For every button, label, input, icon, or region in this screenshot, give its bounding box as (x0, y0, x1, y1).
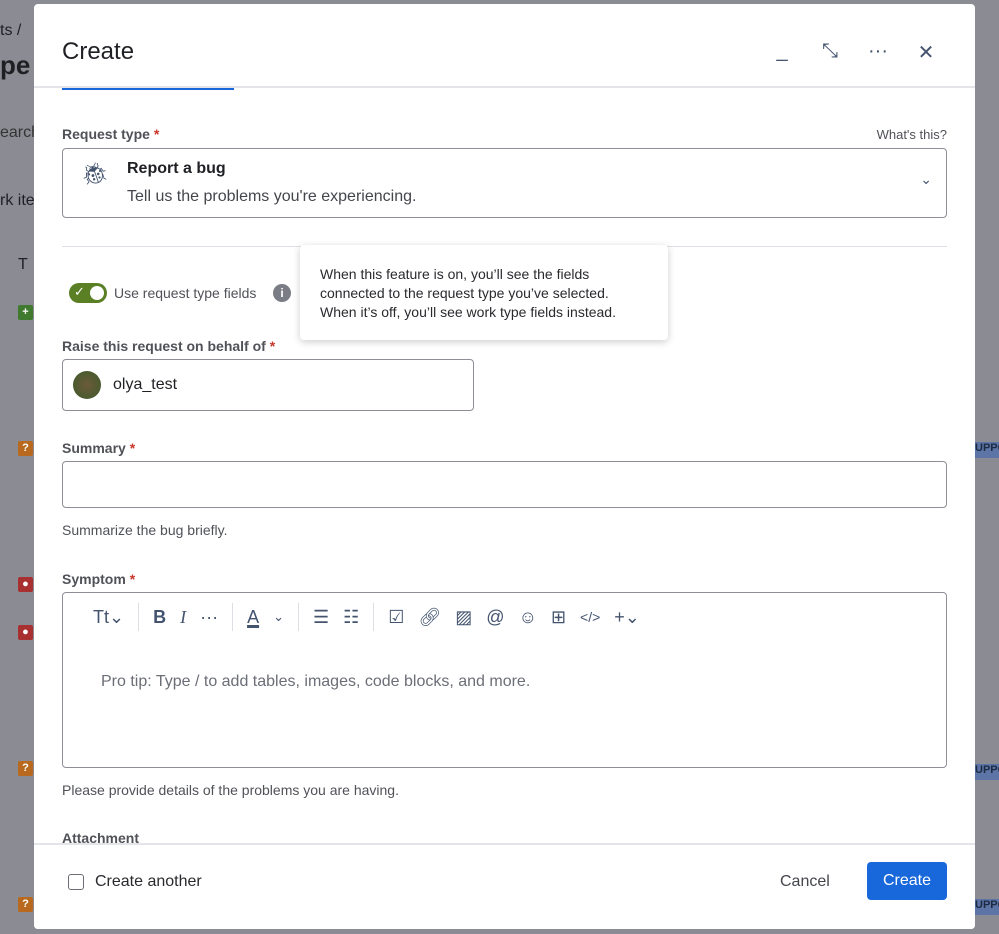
collapse-icon[interactable]: ⤡ (817, 40, 843, 65)
text-style-icon[interactable]: Tt⌄ (93, 607, 124, 628)
code-icon[interactable]: </> (580, 609, 600, 625)
summary-help: Summarize the bug briefly. (62, 522, 228, 538)
symptom-help: Please provide details of the problems y… (62, 782, 399, 798)
more-formatting-icon[interactable]: ··· (200, 607, 218, 628)
bg-tag: UPPO (975, 442, 999, 458)
bg-column-t: T (18, 256, 28, 273)
bold-icon[interactable]: B (153, 607, 166, 628)
request-type-select[interactable]: 🐞︎ Report a bug Tell us the problems you… (62, 148, 947, 218)
table-icon[interactable]: ⊞ (551, 607, 566, 628)
request-type-label: Request type * (62, 126, 160, 142)
bug-icon: 🐞︎ (81, 161, 109, 186)
bullet-list-icon[interactable]: ☰ (313, 607, 329, 628)
tooltip: When this feature is on, you’ll see the … (300, 245, 668, 340)
symptom-placeholder: Pro tip: Type / to add tables, images, c… (101, 673, 531, 690)
mention-icon[interactable]: @ (486, 607, 504, 628)
bg-tag: UPPO (975, 899, 999, 915)
whats-this-link[interactable]: What's this? (877, 127, 947, 142)
info-icon[interactable]: i (273, 284, 291, 302)
dialog-title: Create (62, 38, 135, 65)
chevron-down-icon: ⌄ (920, 171, 932, 187)
request-type-description: Tell us the problems you're experiencing… (127, 188, 417, 205)
summary-label: Summary * (62, 440, 136, 456)
checkbox-icon[interactable]: ☑ (388, 607, 404, 628)
avatar (73, 371, 101, 399)
bug-icon: ● (18, 625, 33, 640)
link-icon[interactable]: 🔗︎ (418, 607, 441, 628)
behalf-value: olya_test (113, 376, 178, 393)
request-type-name: Report a bug (127, 160, 226, 177)
symptom-label: Symptom * (62, 571, 136, 587)
bug-icon: ● (18, 577, 33, 592)
emoji-icon[interactable]: ☺ (519, 607, 537, 628)
close-icon[interactable]: ✕ (913, 40, 939, 65)
bg-breadcrumb: ts / (0, 22, 22, 39)
image-icon[interactable]: ▨ (455, 607, 472, 628)
question-icon: ? (18, 761, 33, 776)
bg-heading: pe (0, 50, 31, 80)
cancel-button[interactable]: Cancel (780, 873, 830, 891)
symptom-editor[interactable]: Tt⌄ B I ··· A ⌄ ☰ ☷ ☑ 🔗︎ ▨ @ ☺ ⊞ </> +⌄ P… (62, 592, 947, 768)
italic-icon[interactable]: I (180, 607, 186, 628)
insert-icon[interactable]: +⌄ (614, 607, 640, 628)
minimize-icon[interactable]: _ (769, 40, 795, 65)
request-type-toggle[interactable]: ✓ (69, 283, 107, 303)
create-another-checkbox[interactable] (68, 874, 84, 890)
summary-input[interactable] (62, 461, 947, 508)
create-button[interactable]: Create (867, 862, 947, 900)
bg-work-items: rk ite (0, 192, 35, 209)
bg-tag: UPPO (975, 764, 999, 780)
behalf-label: Raise this request on behalf of * (62, 338, 276, 354)
more-icon[interactable]: ··· (865, 40, 891, 65)
numbered-list-icon[interactable]: ☷ (343, 607, 359, 628)
create-dialog: Create _ ⤡ ··· ✕ Request type * What's t… (34, 4, 975, 929)
behalf-field[interactable]: olya_test (62, 359, 474, 411)
story-icon: + (18, 305, 33, 320)
question-icon: ? (18, 897, 33, 912)
question-icon: ? (18, 441, 33, 456)
create-another-label: Create another (95, 873, 202, 890)
toggle-label: Use request type fields (114, 285, 257, 301)
text-color-icon[interactable]: A (247, 607, 259, 628)
